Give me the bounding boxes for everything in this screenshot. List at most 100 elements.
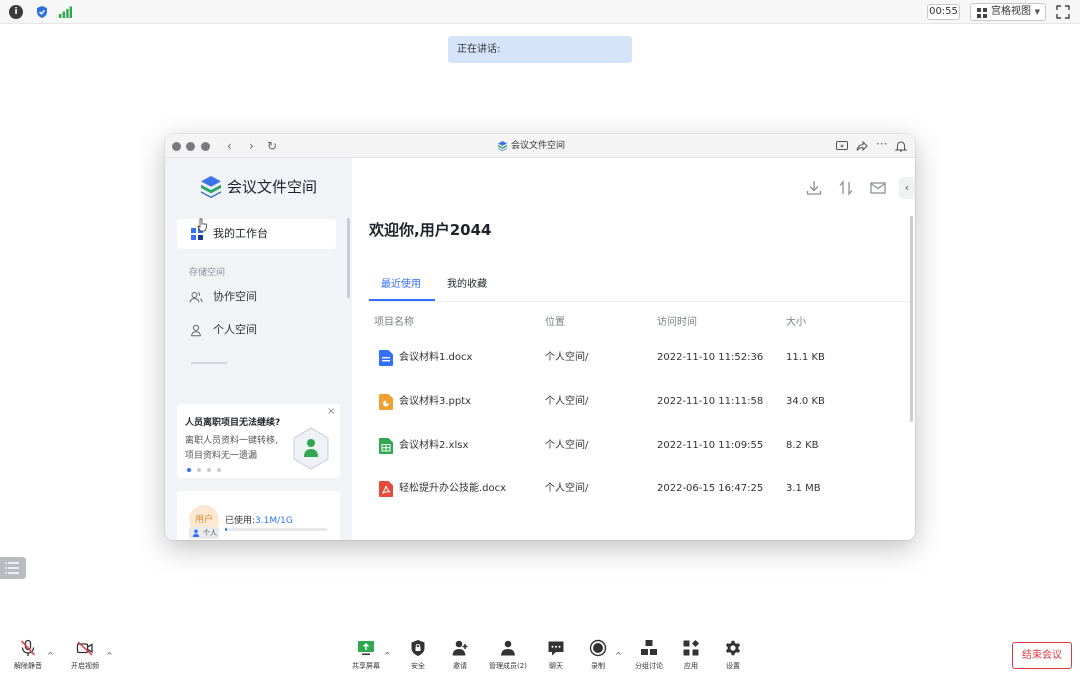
shield-icon[interactable]	[35, 5, 49, 19]
breakout-button[interactable]: 分组讨论	[632, 639, 666, 671]
storage-usage-fill	[225, 528, 227, 531]
promo-title: 人员离职项目无法继续?	[185, 418, 281, 428]
minimize-window-dot[interactable]	[186, 142, 195, 151]
manage-members-button[interactable]: 管理成员(2)	[485, 639, 531, 671]
security-button[interactable]: 安全	[404, 639, 432, 671]
sidebar-item-personal-space[interactable]: 个人空间	[189, 320, 329, 340]
record-label: 录制	[591, 662, 605, 670]
column-header-size[interactable]: 大小	[786, 313, 806, 328]
people-icon	[189, 292, 203, 303]
view-selector[interactable]: 宫格视图 ▼	[970, 3, 1046, 21]
carousel-dot[interactable]	[197, 468, 201, 472]
audio-options-caret-icon[interactable]: ^	[47, 651, 54, 660]
end-meeting-button[interactable]: 结束会议	[1012, 642, 1072, 669]
security-icon	[411, 640, 425, 656]
download-icon[interactable]	[805, 179, 823, 197]
pointer-cursor-icon	[197, 218, 207, 232]
window-title: 会议文件空间	[498, 134, 565, 158]
main-scrollbar[interactable]	[910, 216, 913, 422]
forward-icon[interactable]: ›	[249, 139, 254, 153]
record-icon	[589, 639, 607, 657]
file-location: 个人空间/	[545, 483, 589, 494]
chat-button[interactable]: 聊天	[542, 639, 570, 671]
pdf-file-icon	[379, 481, 393, 497]
file-size: 8.2 KB	[786, 440, 819, 451]
info-icon[interactable]: i	[9, 5, 23, 19]
sidebar-scrollbar[interactable]	[347, 218, 350, 298]
column-header-name[interactable]: 项目名称	[374, 313, 414, 328]
maximize-window-dot[interactable]	[201, 142, 210, 151]
breakout-label: 分组讨论	[635, 662, 663, 670]
person-icon	[192, 529, 200, 537]
video-off-icon	[76, 641, 93, 656]
caret-down-icon: ▼	[1034, 8, 1040, 16]
close-window-dot[interactable]	[172, 142, 181, 151]
app-name: 会议文件空间	[227, 178, 318, 196]
collab-space-label: 协作空间	[213, 290, 257, 303]
welcome-title: 欢迎你,用户2044	[369, 221, 492, 239]
bell-icon[interactable]	[894, 139, 908, 153]
cast-icon[interactable]	[835, 139, 849, 153]
share-icon[interactable]	[855, 139, 869, 153]
more-icon[interactable]: ···	[876, 137, 887, 151]
settings-button[interactable]: 设置	[719, 639, 747, 671]
apps-button[interactable]: 应用	[677, 639, 705, 671]
mail-icon[interactable]	[869, 179, 887, 197]
refresh-icon[interactable]: ↻	[267, 139, 277, 153]
storage-section-title: 存储空间	[189, 268, 226, 278]
panel-toggle-handle[interactable]	[0, 557, 26, 579]
record-button[interactable]: 录制	[584, 639, 612, 671]
tab-favorites[interactable]: 我的收藏	[447, 278, 487, 292]
storage-usage-bar	[225, 528, 327, 531]
sidebar-item-collab-space[interactable]: 协作空间	[189, 287, 329, 307]
carousel-dot[interactable]	[187, 468, 191, 472]
personal-space-label: 个人空间	[213, 323, 257, 336]
breakout-icon	[641, 640, 657, 655]
table-row[interactable]: 轻松提升办公技能.docx 个人空间/ 2022-06-15 16:47:25 …	[369, 474, 899, 504]
file-size: 11.1 KB	[786, 352, 825, 363]
start-video-button[interactable]: 开启视频	[67, 639, 103, 671]
table-row[interactable]: 会议材料3.pptx 个人空间/ 2022-11-10 11:11:58 34.…	[369, 387, 899, 417]
carousel-dot[interactable]	[207, 468, 211, 472]
settings-label: 设置	[726, 662, 740, 670]
app-logo-icon	[201, 176, 221, 198]
apps-icon	[683, 640, 699, 656]
list-icon	[5, 562, 19, 574]
grid-icon	[977, 8, 987, 18]
table-row[interactable]: 会议材料1.docx 个人空间/ 2022-11-10 11:52:36 11.…	[369, 343, 899, 373]
file-time: 2022-11-10 11:52:36	[657, 352, 764, 363]
top-bar: i 00:55 宫格视图 ▼	[0, 0, 1080, 24]
invite-label: 邀请	[453, 662, 467, 670]
record-options-caret-icon[interactable]: ^	[615, 651, 622, 660]
settings-icon	[725, 640, 741, 656]
file-location: 个人空间/	[545, 440, 589, 451]
window-titlebar: ‹ › ↻ 会议文件空间 ···	[165, 134, 915, 158]
video-options-caret-icon[interactable]: ^	[106, 651, 113, 660]
column-header-location[interactable]: 位置	[545, 313, 565, 328]
table-row[interactable]: 会议材料2.xlsx 个人空间/ 2022-11-10 11:09:55 8.2…	[369, 431, 899, 461]
sort-icon[interactable]	[837, 179, 855, 197]
chat-icon	[548, 641, 564, 656]
fullscreen-icon[interactable]	[1055, 4, 1071, 20]
storage-usage-text: 已使用:3.1M/1G	[225, 516, 293, 526]
promo-card[interactable]: 人员离职项目无法继续? 离职人员资料一键转移, 项目资料无一遗漏 ×	[177, 404, 340, 478]
share-screen-icon	[358, 641, 374, 655]
promo-close-icon[interactable]: ×	[327, 406, 335, 417]
invite-button[interactable]: 邀请	[446, 639, 474, 671]
unmute-button[interactable]: 解除静音	[10, 639, 46, 671]
sidebar-fade	[191, 362, 227, 364]
collapse-panel-button[interactable]: ‹	[899, 177, 915, 199]
meeting-timer: 00:55	[927, 4, 960, 20]
share-options-caret-icon[interactable]: ^	[384, 651, 391, 660]
back-icon[interactable]: ‹	[227, 139, 232, 153]
file-size: 3.1 MB	[786, 483, 821, 494]
carousel-dot[interactable]	[217, 468, 221, 472]
file-location: 个人空间/	[545, 352, 589, 363]
signal-icon[interactable]	[58, 5, 72, 19]
file-time: 2022-11-10 11:09:55	[657, 440, 764, 451]
promo-line-2: 项目资料无一遗漏	[185, 451, 258, 461]
column-header-time[interactable]: 访问时间	[657, 313, 697, 328]
start-video-label: 开启视频	[71, 662, 99, 670]
share-screen-button[interactable]: 共享屏幕	[348, 639, 384, 671]
tab-recent[interactable]: 最近使用	[381, 278, 421, 292]
